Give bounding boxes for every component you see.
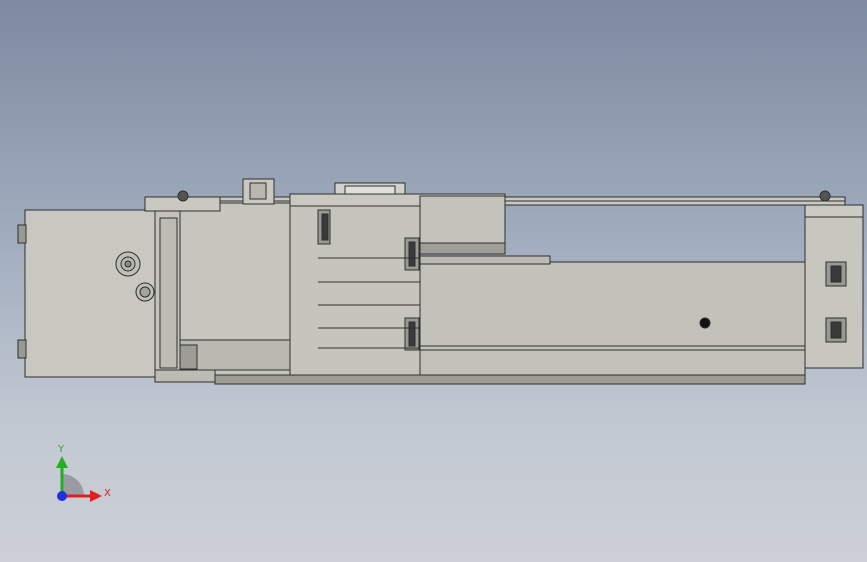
rail-bolt-right	[819, 190, 831, 202]
coordinate-triad: Y X	[56, 444, 111, 502]
main-rail-body	[419, 261, 806, 385]
cad-viewport[interactable]: Y X	[0, 0, 867, 562]
motor-bolt-bottom-left	[17, 339, 27, 359]
x-axis-arrow	[90, 490, 102, 502]
x-axis-label: X	[104, 488, 111, 499]
rail-hole	[699, 317, 711, 329]
motor-block	[24, 209, 156, 378]
y-axis-arrow	[56, 456, 68, 468]
rail-bolt-left	[177, 190, 189, 202]
linear-actuator-model[interactable]	[0, 0, 867, 562]
middle-body	[289, 202, 421, 376]
motor-bolt-top-left	[17, 224, 27, 244]
z-axis-dot	[57, 491, 67, 501]
y-axis-label: Y	[57, 444, 65, 455]
